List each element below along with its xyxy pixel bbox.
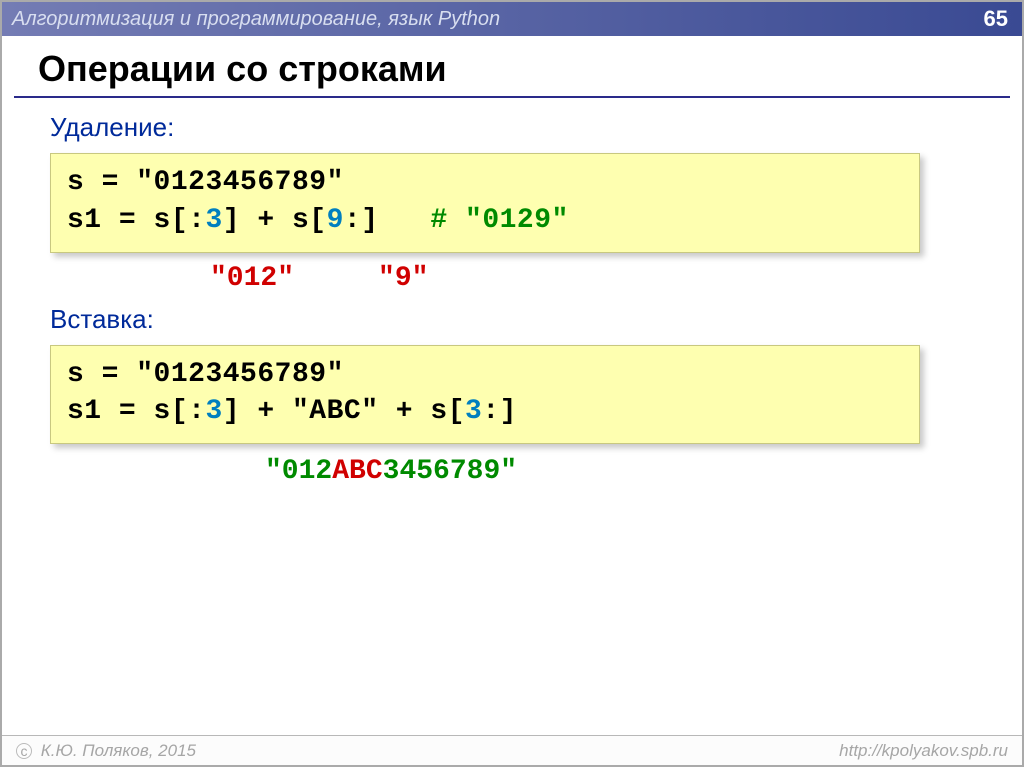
copyright: c К.Ю. Поляков, 2015 (16, 741, 196, 761)
result-pre: "012 (265, 456, 332, 487)
code-line: s1 = s[:3] + "ABC" + s[3:] (67, 393, 903, 431)
eq: = (84, 167, 136, 198)
copyright-icon: c (16, 743, 32, 759)
section-insertion-label: Вставка: (50, 304, 1022, 335)
comment: # "0129" (430, 205, 568, 236)
section-deletion-label: Удаление: (50, 112, 1022, 143)
code-line: s1 = s[:3] + s[9:] # "0129" (67, 202, 903, 240)
slice-b: ] + s[ (223, 205, 327, 236)
code-line: s = "0123456789" (67, 164, 903, 202)
var-s: s (67, 359, 84, 390)
code-line: s = "0123456789" (67, 356, 903, 394)
num-literal: 3 (465, 396, 482, 427)
var-s: s (67, 167, 84, 198)
num-literal: 3 (205, 205, 222, 236)
slice-c: :] (344, 205, 431, 236)
footer-bar: c К.Ю. Поляков, 2015 http://kpolyakov.sp… (2, 735, 1022, 765)
string-literal: "0123456789" (136, 359, 344, 390)
slide: Алгоритмизация и программирование, язык … (0, 0, 1024, 767)
code-box-deletion: s = "0123456789" s1 = s[:3] + s[9:] # "0… (50, 153, 920, 253)
slice-c: :] (482, 396, 517, 427)
eq: = (102, 396, 154, 427)
result-mid: ABC (332, 456, 382, 487)
slice-a: s[: (154, 396, 206, 427)
copyright-text: К.Ю. Поляков, 2015 (36, 741, 196, 760)
hint-left: "012" (210, 263, 294, 294)
deletion-hint-row: "012" "9" (50, 253, 1022, 298)
eq: = (102, 205, 154, 236)
string-literal: "0123456789" (136, 167, 344, 198)
content-area: Удаление: s = "0123456789" s1 = s[:3] + … (2, 98, 1022, 487)
var-s1: s1 (67, 205, 102, 236)
footer-url: http://kpolyakov.spb.ru (839, 741, 1008, 761)
slice-a: s[: (154, 205, 206, 236)
header-bar: Алгоритмизация и программирование, язык … (2, 2, 1022, 36)
num-literal: 9 (327, 205, 344, 236)
hint-right: "9" (378, 263, 428, 294)
page-number: 65 (984, 6, 1008, 32)
insertion-result-row: "012ABC3456789" (50, 444, 1022, 487)
slice-b: ] + "ABC" + s[ (223, 396, 465, 427)
code-box-insertion: s = "0123456789" s1 = s[:3] + "ABC" + s[… (50, 345, 920, 445)
eq: = (84, 359, 136, 390)
result-post: 3456789" (383, 456, 517, 487)
lecture-title: Алгоритмизация и программирование, язык … (12, 8, 500, 31)
num-literal: 3 (205, 396, 222, 427)
main-title: Операции со строками (2, 36, 1022, 96)
var-s1: s1 (67, 396, 102, 427)
